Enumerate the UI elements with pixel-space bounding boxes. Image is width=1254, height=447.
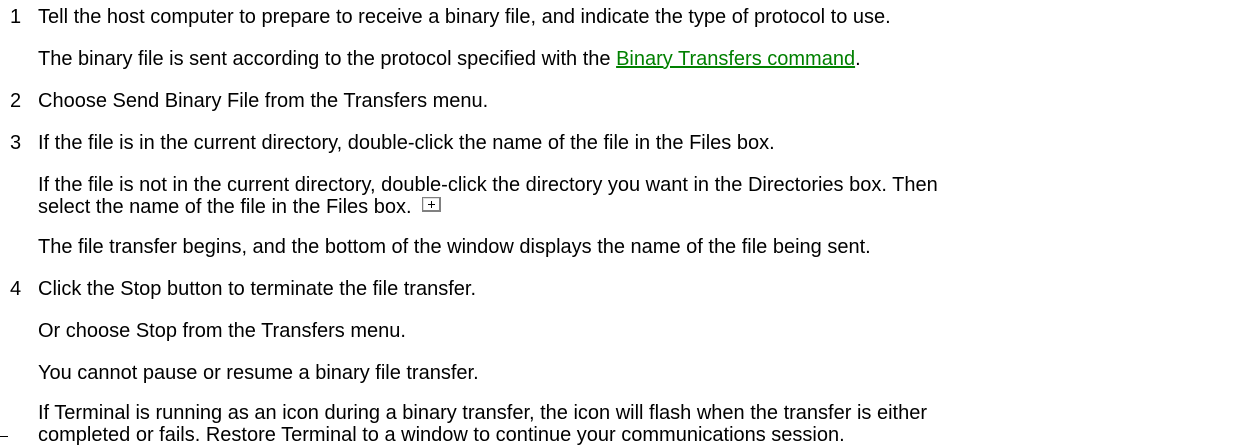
step-icon-text: If Terminal is running as an icon during… xyxy=(38,402,927,424)
step-alt-text-cont: select the name of the file in the Files… xyxy=(38,196,441,219)
step-or-text: Or choose Stop from the Transfers menu. xyxy=(38,320,406,342)
step-text: Choose Send Binary File from the Transfe… xyxy=(38,90,489,112)
step-alt-text: If the file is not in the current direct… xyxy=(38,174,938,196)
step-number: 1 xyxy=(10,6,22,28)
step-text: If the file is in the current directory,… xyxy=(38,132,775,154)
alt-line-text: select the name of the file in the Files… xyxy=(38,196,412,218)
note-suffix: . xyxy=(855,48,861,70)
left-edge-mark xyxy=(0,436,8,437)
step-number: 3 xyxy=(10,132,22,154)
step-note-text: The binary file is sent according to the… xyxy=(38,48,861,71)
binary-transfers-link[interactable]: Binary Transfers command xyxy=(616,48,855,70)
step-number: 2 xyxy=(10,90,22,112)
step-text: Tell the host computer to prepare to rec… xyxy=(38,6,891,28)
step-text: Click the Stop button to terminate the f… xyxy=(38,278,477,300)
step-note-text: You cannot pause or resume a binary file… xyxy=(38,362,479,384)
step-icon-text-cont: completed or fails. Restore Terminal to … xyxy=(38,424,845,446)
step-number: 4 xyxy=(10,278,22,300)
note-prefix: The binary file is sent according to the… xyxy=(38,48,617,70)
step-result-text: The file transfer begins, and the bottom… xyxy=(38,236,871,258)
plus-box-icon[interactable] xyxy=(421,197,441,212)
